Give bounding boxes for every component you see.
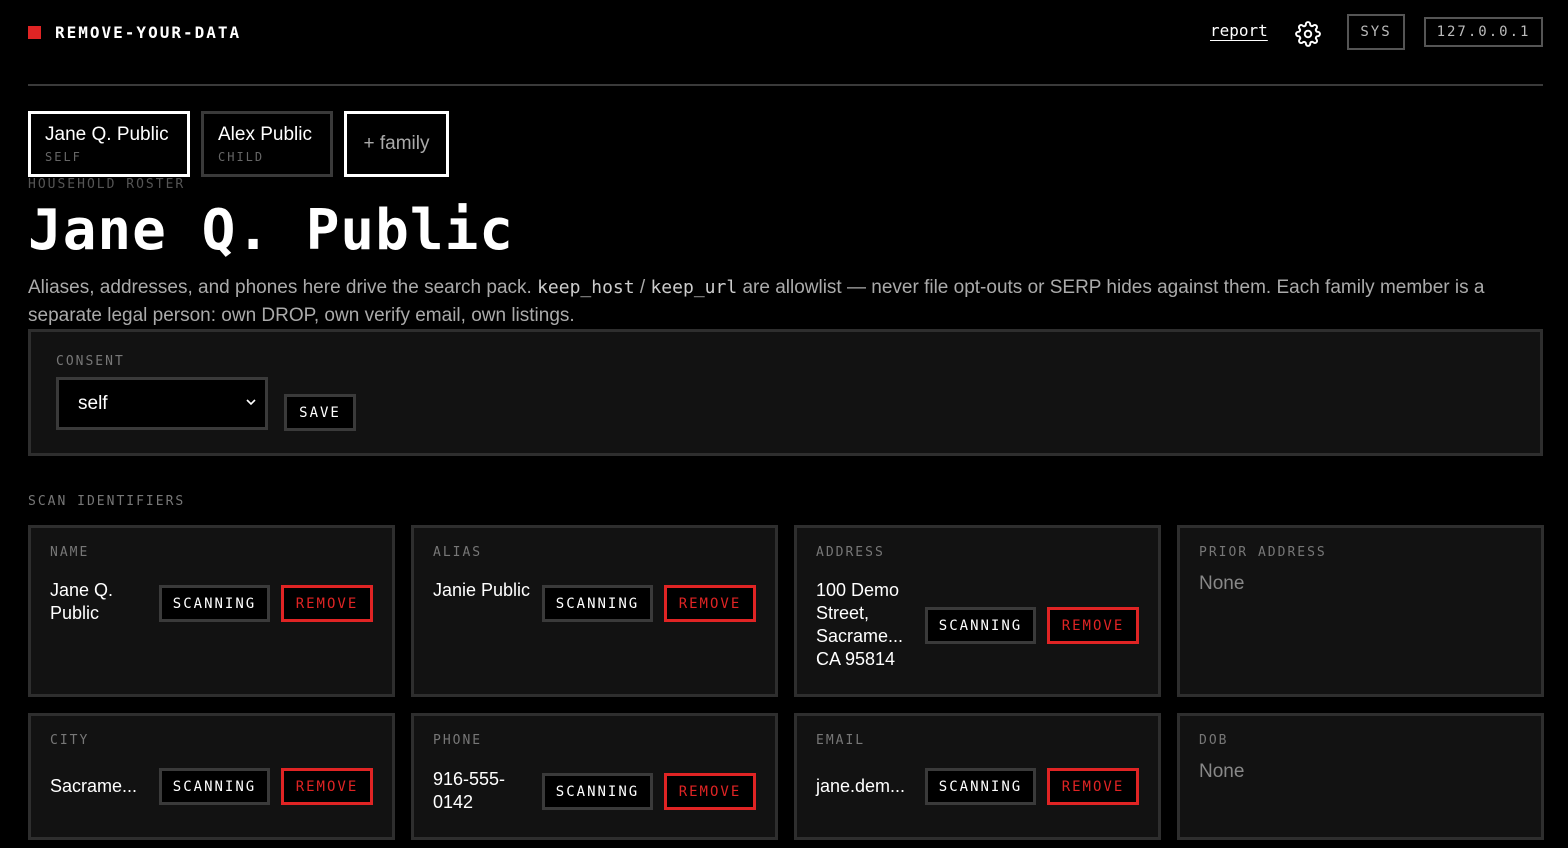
page-description: Aliases, addresses, and phones here driv… (28, 274, 1543, 330)
consent-label: CONSENT (56, 354, 125, 369)
add-family-button[interactable]: + family (344, 111, 449, 177)
card-label: EMAIL (816, 733, 866, 748)
brand-logo-icon (28, 26, 41, 39)
identifier-card-city: CITY Sacrame... SCANNING REMOVE (28, 713, 395, 840)
card-label: CITY (50, 733, 90, 748)
top-bar: REMOVE-YOUR-DATA report SYS 127.0.0.1 (28, 0, 1543, 86)
host-badge: 127.0.0.1 (1424, 17, 1543, 47)
card-value: None (1199, 761, 1245, 782)
brand-name: REMOVE-YOUR-DATA (55, 23, 242, 42)
desc-separator: / (634, 277, 651, 298)
remove-button[interactable]: REMOVE (664, 773, 756, 810)
roster-section-label: HOUSEHOLD ROSTER (28, 177, 186, 192)
identifier-card-alias: ALIAS Janie Public SCANNING REMOVE (411, 525, 778, 697)
consent-selected-value: self (78, 392, 108, 414)
remove-button[interactable]: REMOVE (664, 585, 756, 622)
scanning-button[interactable]: SCANNING (542, 585, 653, 622)
card-label: DOB (1199, 733, 1229, 748)
roster-tab-name: Jane Q. Public (45, 124, 169, 145)
scanning-button[interactable]: SCANNING (542, 773, 653, 810)
roster-tab-role: CHILD (218, 150, 265, 164)
card-label: PHONE (433, 733, 483, 748)
scan-identifiers-label: SCAN IDENTIFIERS (28, 494, 186, 509)
card-value: jane.dem... (816, 776, 906, 796)
identifier-card-name: NAME Jane Q. Public SCANNING REMOVE (28, 525, 395, 697)
card-label: PRIOR ADDRESS (1199, 545, 1327, 560)
identifier-card-address: ADDRESS 100 Demo Street, Sacrame... CA 9… (794, 525, 1161, 697)
desc-code-keep-host: keep_host (537, 277, 635, 298)
scanning-button[interactable]: SCANNING (159, 585, 270, 622)
card-label: ADDRESS (816, 545, 885, 560)
card-value: Janie Public (433, 580, 531, 600)
card-value: 916-555-0142 (433, 769, 506, 812)
card-label: NAME (50, 545, 90, 560)
settings-gear-icon[interactable] (1295, 21, 1321, 47)
remove-button[interactable]: REMOVE (281, 768, 373, 805)
roster-tab-jane[interactable]: Jane Q. Public SELF (28, 111, 190, 177)
identifier-card-email: EMAIL jane.dem... SCANNING REMOVE (794, 713, 1161, 840)
identifier-card-dob: DOB None (1177, 713, 1544, 840)
card-label: ALIAS (433, 545, 483, 560)
consent-select[interactable]: self (56, 377, 268, 430)
card-value: Sacrame... (50, 776, 138, 796)
scanning-button[interactable]: SCANNING (925, 768, 1036, 805)
identifier-card-prior-address: PRIOR ADDRESS None (1177, 525, 1544, 697)
roster-tab-role: SELF (45, 150, 82, 164)
card-value: None (1199, 573, 1245, 594)
scanning-button[interactable]: SCANNING (159, 768, 270, 805)
chevron-down-icon (246, 399, 256, 406)
remove-button[interactable]: REMOVE (281, 585, 373, 622)
remove-button[interactable]: REMOVE (1047, 768, 1139, 805)
roster-tab-name: Alex Public (218, 124, 312, 145)
sys-button[interactable]: SYS (1347, 14, 1405, 50)
add-family-label: + family (363, 133, 430, 154)
identifier-card-phone: PHONE 916-555-0142 SCANNING REMOVE (411, 713, 778, 840)
remove-button[interactable]: REMOVE (1047, 607, 1139, 644)
scanning-button[interactable]: SCANNING (925, 607, 1036, 644)
desc-code-keep-url: keep_url (650, 277, 738, 298)
roster-tab-alex[interactable]: Alex Public CHILD (201, 111, 333, 177)
card-value: Jane Q. Public (50, 580, 114, 623)
page-title: Jane Q. Public (28, 198, 515, 263)
card-value: 100 Demo Street, Sacrame... CA 95814 (816, 580, 904, 669)
consent-panel: CONSENT self SAVE (28, 329, 1543, 456)
save-consent-button[interactable]: SAVE (284, 394, 356, 431)
report-link[interactable]: report (1210, 21, 1268, 40)
desc-text: Aliases, addresses, and phones here driv… (28, 277, 538, 298)
brand[interactable]: REMOVE-YOUR-DATA (28, 23, 241, 42)
